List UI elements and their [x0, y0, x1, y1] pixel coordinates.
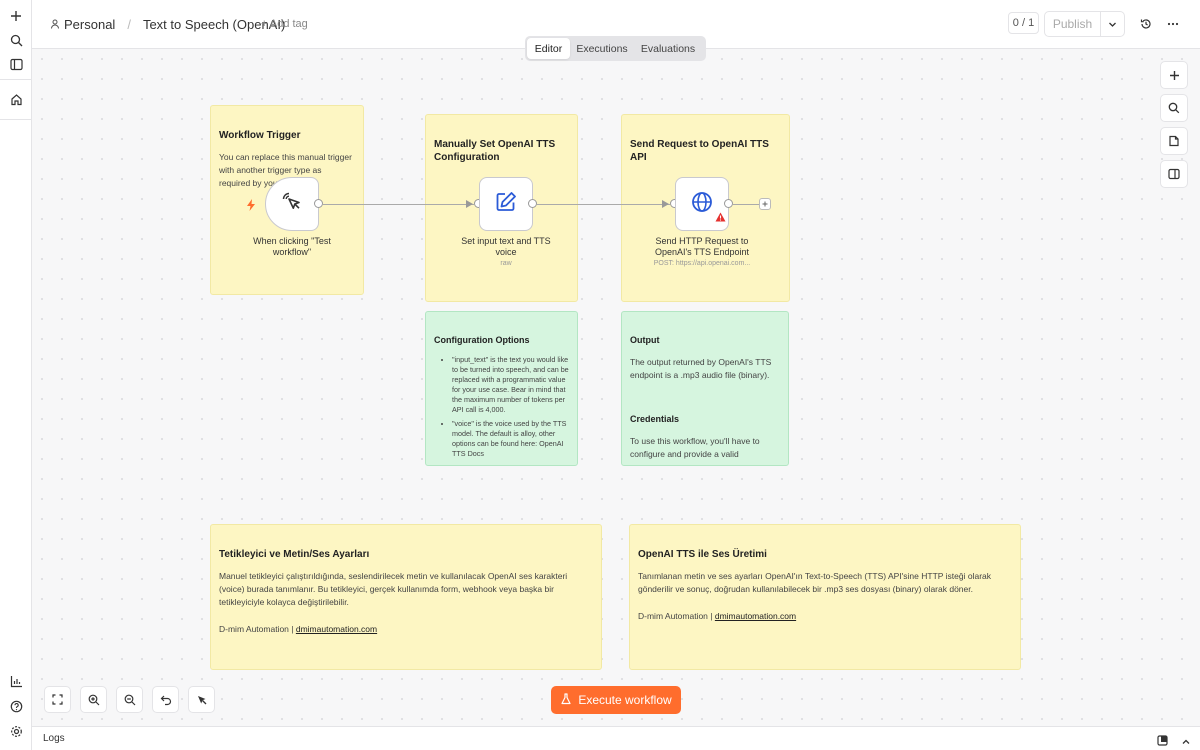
- breadcrumb-owner[interactable]: Personal: [64, 17, 115, 32]
- left-rail: [0, 0, 32, 750]
- sticky-footer: D-mim Automation | dmimautomation.com: [219, 623, 593, 636]
- publish-button[interactable]: Publish: [1045, 12, 1101, 36]
- sticky-subtitle: Credentials: [630, 414, 680, 424]
- list-item: "voice" is the voice used by the TTS mod…: [452, 419, 569, 459]
- sidebar-toggle-icon[interactable]: [6, 54, 26, 74]
- node-http-request[interactable]: [675, 177, 729, 231]
- connection-trigger-to-set: [323, 204, 474, 205]
- user-icon: [50, 17, 60, 32]
- footer-prefix: D-mim Automation |: [219, 624, 294, 634]
- search-icon[interactable]: [6, 30, 26, 50]
- logs-bar[interactable]: Logs: [32, 726, 1200, 750]
- tab-evaluations[interactable]: Evaluations: [634, 38, 702, 59]
- chevron-up-icon[interactable]: [1181, 734, 1191, 750]
- node-label: Set input text and TTS voice: [461, 236, 551, 257]
- chevron-down-icon[interactable]: [1101, 12, 1124, 36]
- popout-icon[interactable]: [1157, 733, 1168, 750]
- config-options-list: "input_text" is the text you would like …: [434, 355, 569, 459]
- footer-prefix: D-mim Automation |: [638, 611, 713, 621]
- sticky-footer: D-mim Automation | dmimautomation.com: [638, 610, 1012, 623]
- sticky-body: To use this workflow, you'll have to con…: [630, 436, 760, 459]
- tidy-up-wand-icon[interactable]: [188, 686, 215, 713]
- insights-chart-icon[interactable]: [6, 671, 26, 691]
- sticky-output[interactable]: Output The output returned by OpenAI's T…: [621, 311, 789, 466]
- connection-http-out: [733, 204, 759, 205]
- globe-icon: [690, 190, 714, 219]
- node-set-fields[interactable]: [479, 177, 533, 231]
- sticky-body: Tanımlanan metin ve ses ayarları OpenAI'…: [638, 571, 991, 594]
- warning-triangle-icon[interactable]: [715, 209, 726, 227]
- tab-editor[interactable]: Editor: [527, 38, 570, 59]
- sticky-tetikleyici[interactable]: Tetikleyici ve Metin/Ses Ayarları Manuel…: [210, 524, 602, 670]
- sticky-title: Send Request to OpenAI TTS API: [630, 139, 769, 163]
- connection-set-to-http: [537, 204, 670, 205]
- output-port[interactable]: [528, 199, 537, 208]
- arrow-head: [466, 200, 473, 208]
- pencil-edit-icon: [494, 190, 518, 219]
- node-label: Send HTTP Request to OpenAI's TTS Endpoi…: [654, 236, 750, 257]
- plus-icon[interactable]: [6, 6, 26, 26]
- sticky-title: Tetikleyici ve Metin/Ses Ayarları: [219, 549, 370, 560]
- footer-link[interactable]: dmimautomation.com: [715, 611, 796, 621]
- node-subtitle: raw: [500, 260, 512, 267]
- sticky-body: Manuel tetikleyici çalıştırıldığında, se…: [219, 571, 568, 607]
- help-icon[interactable]: [6, 696, 26, 716]
- execute-workflow-button[interactable]: Execute workflow: [551, 686, 681, 714]
- sticky-title: OpenAI TTS ile Ses Üretimi: [638, 549, 767, 560]
- add-tag-button[interactable]: + Add tag: [261, 18, 308, 30]
- workflow-canvas[interactable]: [32, 49, 1200, 726]
- fit-view-icon[interactable]: [44, 686, 71, 713]
- add-node-icon[interactable]: [1160, 61, 1188, 89]
- logs-label: Logs: [43, 733, 65, 744]
- sticky-title: Configuration Options: [434, 335, 530, 345]
- cursor-click-icon: [280, 190, 304, 219]
- add-node-plus-icon[interactable]: [759, 198, 771, 210]
- search-nodes-icon[interactable]: [1160, 94, 1188, 122]
- sticky-title: Workflow Trigger: [219, 130, 301, 141]
- execute-label: Execute workflow: [578, 693, 672, 707]
- view-tabs: Editor Executions Evaluations: [525, 36, 706, 61]
- breadcrumb-separator: /: [127, 17, 131, 32]
- breadcrumb: Personal / Text to Speech (OpenAI): [50, 17, 285, 32]
- output-port[interactable]: [724, 199, 733, 208]
- sticky-body: The output returned by OpenAI's TTS endp…: [630, 357, 772, 380]
- list-item: "input_text" is the text you would like …: [452, 355, 569, 415]
- undo-icon[interactable]: [152, 686, 179, 713]
- lightning-bolt-icon: [246, 198, 256, 216]
- sticky-title: Manually Set OpenAI TTS Configuration: [434, 139, 556, 163]
- sticky-configuration-options[interactable]: Configuration Options "input_text" is th…: [425, 311, 578, 466]
- tab-executions[interactable]: Executions: [570, 38, 634, 59]
- panel-toggle-icon[interactable]: [1160, 160, 1188, 188]
- node-manual-trigger[interactable]: [265, 177, 319, 231]
- zoom-out-icon[interactable]: [116, 686, 143, 713]
- settings-gear-icon[interactable]: [6, 721, 26, 741]
- output-port[interactable]: [314, 199, 323, 208]
- zoom-in-icon[interactable]: [80, 686, 107, 713]
- node-label: When clicking "Test workflow": [253, 236, 331, 257]
- footer-link[interactable]: dmimautomation.com: [296, 624, 377, 634]
- history-icon[interactable]: [1138, 16, 1154, 32]
- version-counter: 0 / 1: [1008, 12, 1039, 34]
- node-subtitle: POST: https://api.openai.com...: [653, 260, 751, 267]
- sticky-note-icon[interactable]: [1160, 127, 1188, 155]
- sticky-openai-tts[interactable]: OpenAI TTS ile Ses Üretimi Tanımlanan me…: [629, 524, 1021, 670]
- flask-icon: [560, 692, 572, 708]
- sticky-title: Output: [630, 335, 660, 345]
- publish-button-group: Publish: [1044, 11, 1125, 37]
- more-options-icon[interactable]: [1165, 16, 1181, 32]
- arrow-head: [662, 200, 669, 208]
- home-icon[interactable]: [6, 89, 26, 109]
